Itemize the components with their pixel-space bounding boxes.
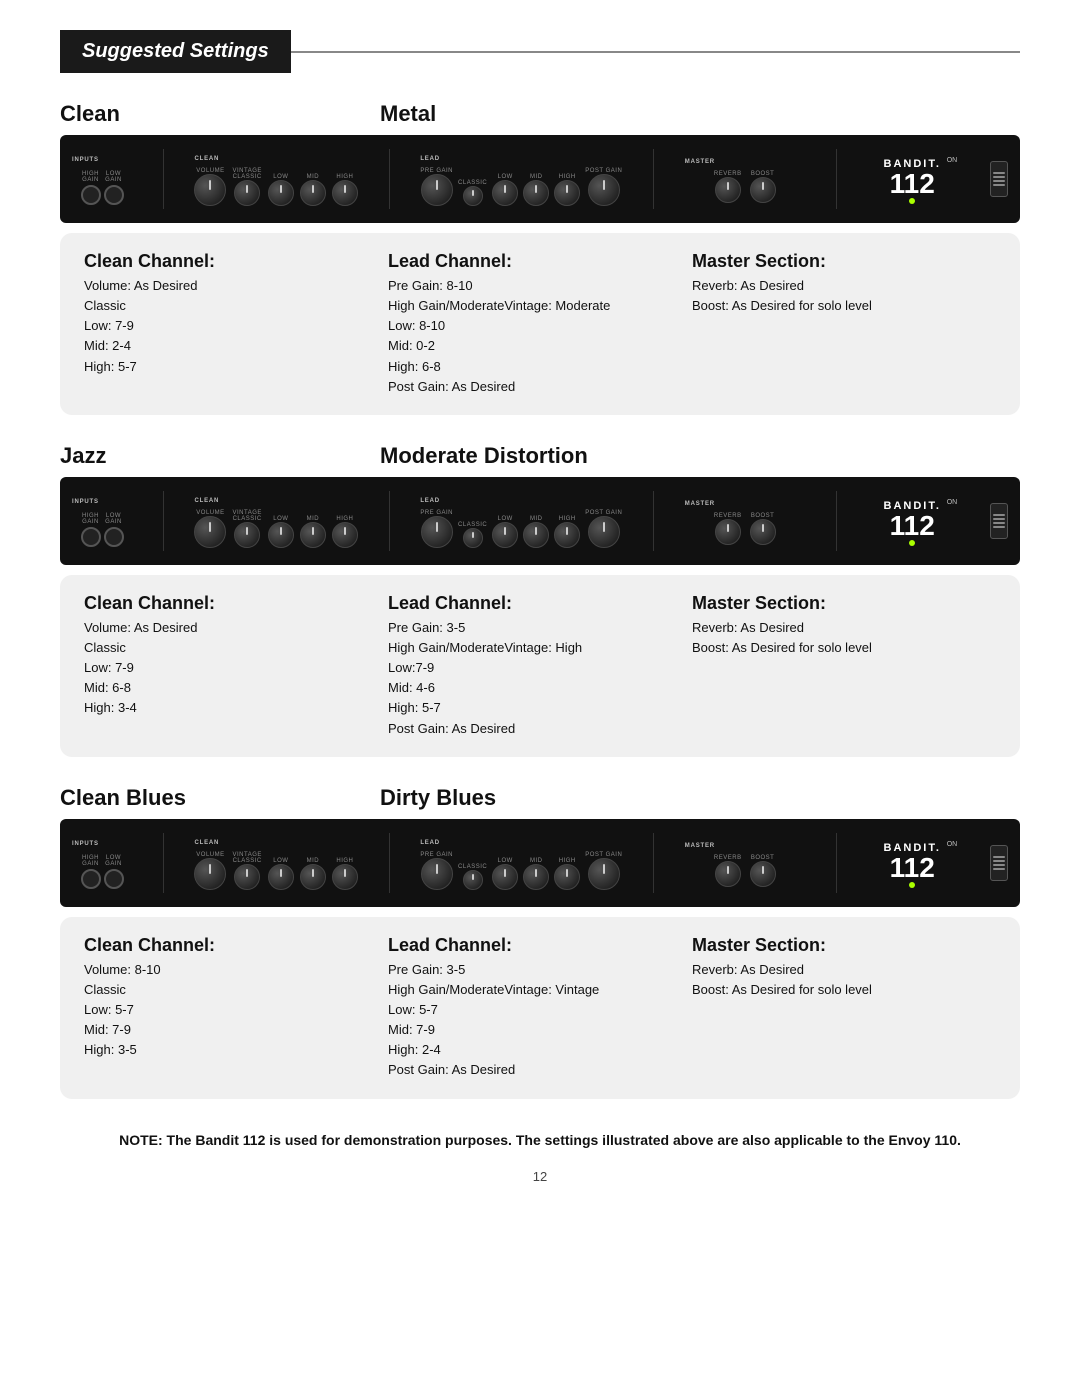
info-box-1: Clean Channel: Volume: As Desired Classi… <box>60 233 1020 415</box>
lead-high-knob <box>554 180 580 206</box>
page-number: 12 <box>60 1169 1020 1184</box>
master-section-col-1: Master Section: Reverb: As Desired Boost… <box>692 251 996 397</box>
preset-left-label-3: Clean Blues <box>60 785 380 811</box>
page-title: Suggested Settings <box>60 30 291 73</box>
amp-inputs-2: INPUTS HIGHGAIN LOWGAIN <box>72 495 132 547</box>
clean-channel-title-2: Clean Channel: <box>84 593 388 614</box>
amp-inputs: INPUTS HIGHGAIN LOWGAIN <box>72 153 132 205</box>
preset-left-label-1: Clean <box>60 101 380 127</box>
clean-low-knob <box>268 180 294 206</box>
clean-channel-col-2: Clean Channel: Volume: As Desired Classi… <box>84 593 388 739</box>
lead-channel-title-1: Lead Channel: <box>388 251 692 272</box>
lead-channel-title-2: Lead Channel: <box>388 593 692 614</box>
master-section-items-1: Reverb: As Desired Boost: As Desired for… <box>692 276 996 316</box>
amp-panel-3: INPUTS HIGHGAIN LOWGAIN CLEAN VOLUME <box>60 819 1020 907</box>
preset-left-label-2: Jazz <box>60 443 380 469</box>
clean-channel-col-3: Clean Channel: Volume: 8-10 Classic Low:… <box>84 935 388 1081</box>
lead-channel-items-1: Pre Gain: 8-10 High Gain/ModerateVintage… <box>388 276 692 397</box>
lead-channel-col-1: Lead Channel: Pre Gain: 8-10 High Gain/M… <box>388 251 692 397</box>
jack-low-gain <box>104 185 124 205</box>
info-box-2: Clean Channel: Volume: As Desired Classi… <box>60 575 1020 757</box>
preset-header-3: Clean Blues Dirty Blues <box>60 785 1020 811</box>
amp-master-section: MASTER REVERB BOOST <box>685 155 805 203</box>
lead-channel-title-3: Lead Channel: <box>388 935 692 956</box>
clean-channel-items-2: Volume: As Desired Classic Low: 7-9 Mid:… <box>84 618 388 719</box>
bandit-logo-area: ON BANDIT. 112 <box>867 152 957 206</box>
master-section-items-2: Reverb: As Desired Boost: As Desired for… <box>692 618 996 658</box>
preset-right-label-1: Metal <box>380 101 436 127</box>
preset-header-2: Jazz Moderate Distortion <box>60 443 1020 469</box>
amp-panel-1: INPUTS HIGHGAIN LOWGAIN CLEAN VOLUME <box>60 135 1020 223</box>
preset-group-jazz-moderate: Jazz Moderate Distortion INPUTS HIGHGAIN… <box>60 443 1020 757</box>
clean-channel-items-3: Volume: 8-10 Classic Low: 5-7 Mid: 7-9 H… <box>84 960 388 1061</box>
master-section-title-2: Master Section: <box>692 593 996 614</box>
master-reverb-knob <box>715 177 741 203</box>
lead-postgain-knob <box>588 174 620 206</box>
preset-right-label-3: Dirty Blues <box>380 785 496 811</box>
clean-channel-items-1: Volume: As Desired Classic Low: 7-9 Mid:… <box>84 276 388 377</box>
lead-pregain-knob <box>421 174 453 206</box>
bandit-logo: BANDIT. 112 <box>884 158 941 198</box>
master-section-title-1: Master Section: <box>692 251 996 272</box>
lead-channel-col-2: Lead Channel: Pre Gain: 3-5 High Gain/Mo… <box>388 593 692 739</box>
master-section-col-3: Master Section: Reverb: As Desired Boost… <box>692 935 996 1081</box>
amp-panel-2: INPUTS HIGHGAIN LOWGAIN CLEAN VOLUME <box>60 477 1020 565</box>
info-box-3: Clean Channel: Volume: 8-10 Classic Low:… <box>60 917 1020 1099</box>
lead-mid-knob <box>523 180 549 206</box>
preset-right-label-2: Moderate Distortion <box>380 443 588 469</box>
clean-channel-title-3: Clean Channel: <box>84 935 388 956</box>
lead-classic-knob <box>463 186 483 206</box>
header-divider <box>291 51 1020 53</box>
clean-classic-knob <box>234 180 260 206</box>
preset-group-clean-metal: Clean Metal INPUTS HIGHGAIN LOWGAIN CLEA… <box>60 101 1020 415</box>
preset-group-blues: Clean Blues Dirty Blues INPUTS HIGHGAIN … <box>60 785 1020 1099</box>
bandit-logo-area-3: ON BANDIT. 112 <box>867 836 957 890</box>
page-header: Suggested Settings <box>60 30 1020 73</box>
power-indicator <box>909 198 915 204</box>
bandit-logo-area-2: ON BANDIT. 112 <box>867 494 957 548</box>
preset-header-1: Clean Metal <box>60 101 1020 127</box>
clean-volume-knob <box>194 174 226 206</box>
amp-switch <box>990 161 1008 197</box>
lead-channel-items-3: Pre Gain: 3-5 High Gain/ModerateVintage:… <box>388 960 692 1081</box>
clean-channel-title-1: Clean Channel: <box>84 251 388 272</box>
jack-high-gain <box>81 185 101 205</box>
lead-channel-items-2: Pre Gain: 3-5 High Gain/ModerateVintage:… <box>388 618 692 739</box>
bottom-note: NOTE: The Bandit 112 is used for demonst… <box>60 1129 1020 1151</box>
lead-low-knob <box>492 180 518 206</box>
amp-clean-section: CLEAN VOLUME VINTAGECLASSIC LOW MID <box>194 152 357 206</box>
master-section-items-3: Reverb: As Desired Boost: As Desired for… <box>692 960 996 1000</box>
amp-lead-section: LEAD PRE GAIN CLASSIC LOW MID <box>420 152 622 206</box>
master-boost-knob <box>750 177 776 203</box>
clean-mid-knob <box>300 180 326 206</box>
lead-channel-col-3: Lead Channel: Pre Gain: 3-5 High Gain/Mo… <box>388 935 692 1081</box>
master-section-col-2: Master Section: Reverb: As Desired Boost… <box>692 593 996 739</box>
clean-high-knob <box>332 180 358 206</box>
clean-channel-col-1: Clean Channel: Volume: As Desired Classi… <box>84 251 388 397</box>
master-section-title-3: Master Section: <box>692 935 996 956</box>
